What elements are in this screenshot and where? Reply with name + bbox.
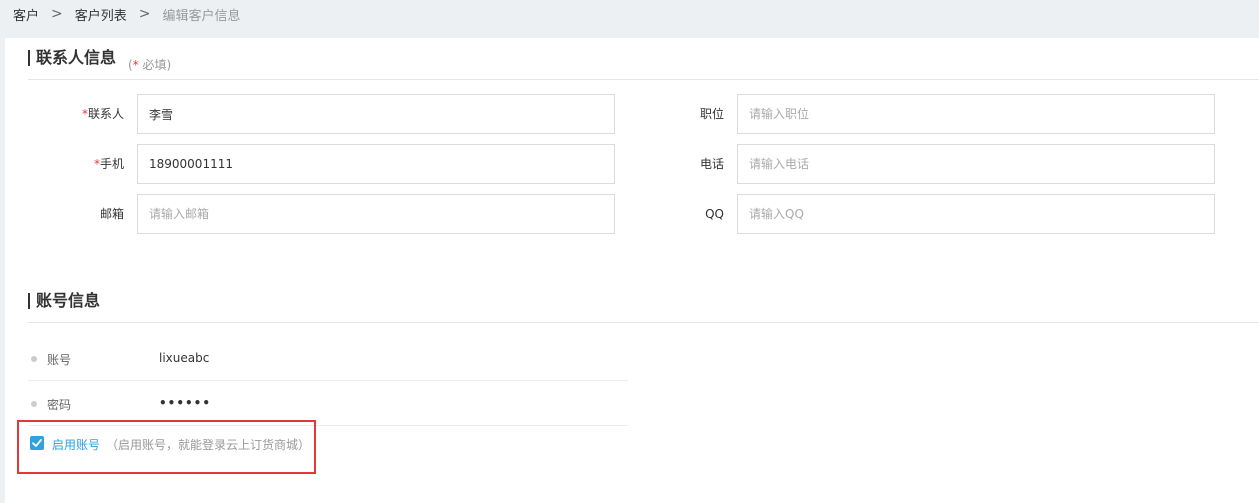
breadcrumb-item-customer-list[interactable]: 客户列表	[75, 5, 127, 24]
breadcrumb-item-edit-customer: 编辑客户信息	[162, 8, 241, 24]
password-label: 密码	[47, 398, 72, 412]
required-note: (* 必填)	[128, 56, 171, 73]
enable-account-note: （启用账号，就能登录云上订货商城）	[106, 438, 311, 452]
enable-account-label[interactable]: 启用账号	[52, 436, 100, 453]
email-label: 邮箱	[44, 194, 124, 234]
email-input[interactable]	[137, 194, 615, 234]
bullet-icon	[31, 401, 37, 407]
qq-label-text: QQ	[705, 207, 724, 221]
chevron-right-icon: >	[138, 6, 151, 22]
breadcrumb-item-customer[interactable]: 客户	[13, 5, 39, 24]
contact-label-text: 联系人	[87, 107, 124, 121]
bullet-icon	[31, 356, 37, 362]
password-value: ••••••	[159, 396, 212, 410]
email-label-text: 邮箱	[99, 207, 124, 221]
chevron-right-icon: >	[51, 6, 63, 22]
section-divider	[28, 322, 1259, 323]
qq-label: QQ	[644, 194, 724, 234]
enable-account-checkbox[interactable]	[30, 436, 44, 450]
contact-label: *联系人	[44, 94, 124, 134]
phone-label-text: 电话	[699, 157, 724, 171]
breadcrumb: 客户 > 客户列表 > 编辑客户信息	[13, 5, 241, 24]
required-note-text: 必填)	[138, 58, 172, 72]
account-label: 账号	[47, 353, 72, 367]
top-bar: 客户 > 客户列表 > 编辑客户信息	[0, 0, 1259, 38]
position-input[interactable]	[737, 94, 1215, 134]
position-label-text: 职位	[699, 107, 724, 121]
account-row: 账号 lixueabc	[28, 337, 628, 381]
mobile-label-text: 手机	[99, 157, 124, 171]
phone-label: 电话	[644, 144, 724, 184]
mobile-input[interactable]	[137, 144, 615, 184]
position-label: 职位	[644, 94, 724, 134]
phone-input[interactable]	[737, 144, 1215, 184]
account-value: lixueabc	[159, 351, 210, 365]
mobile-label: *手机	[44, 144, 124, 184]
section-title-contact: 联系人信息	[28, 50, 116, 66]
section-title-account: 账号信息	[28, 293, 100, 309]
qq-input[interactable]	[737, 194, 1215, 234]
section-divider	[28, 79, 1259, 80]
contact-input[interactable]	[137, 94, 615, 134]
check-icon	[32, 439, 42, 447]
